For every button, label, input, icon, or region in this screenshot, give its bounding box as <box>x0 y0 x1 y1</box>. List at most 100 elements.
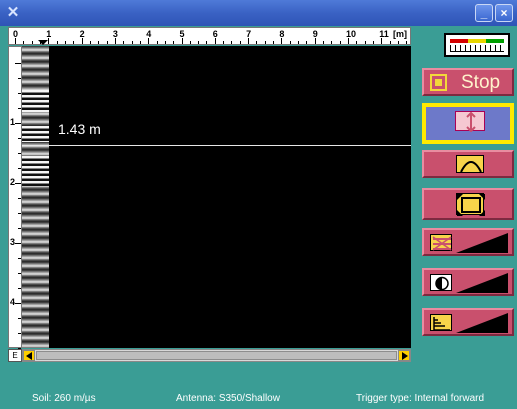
ruler-tick <box>131 41 133 44</box>
ruler-tick <box>406 41 408 44</box>
arrow-left-icon <box>26 352 32 360</box>
depth-cursor-line[interactable] <box>22 145 411 146</box>
ruler-tick <box>372 41 374 44</box>
depth-tick-label: 1 <box>10 117 16 127</box>
ruler-tick <box>106 41 108 44</box>
depth-value-label: 1.43 m <box>58 121 101 137</box>
ruler-tick <box>156 41 158 44</box>
ruler-tick <box>64 41 66 44</box>
ruler-tick <box>206 41 208 44</box>
level-wedge-icon <box>456 313 508 333</box>
vertical-ruler: 1 2 3 4 <box>8 46 22 349</box>
ruler-tick <box>264 41 266 44</box>
radargram-strip <box>22 46 49 348</box>
zoom-button[interactable] <box>422 188 514 220</box>
depth-tick <box>18 93 21 94</box>
gain-button[interactable] <box>422 308 514 336</box>
ruler-tick <box>223 41 225 44</box>
depth-tick <box>18 78 21 79</box>
ruler-tick <box>48 38 50 44</box>
signal-meter <box>444 33 510 57</box>
ruler-tick <box>289 41 291 44</box>
ruler-tick <box>281 38 283 44</box>
ruler-tick <box>273 41 275 44</box>
depth-tick <box>15 63 21 64</box>
horizontal-scrollbar[interactable] <box>22 349 411 362</box>
ruler-tick <box>339 41 341 44</box>
depth-tick <box>18 288 21 289</box>
gain-steps-icon <box>430 314 452 331</box>
depth-tick <box>18 138 21 139</box>
depth-tick-label: 4 <box>10 297 16 307</box>
zoom-extent-icon <box>456 193 485 216</box>
ruler-tick <box>173 41 175 44</box>
scroll-left-button[interactable] <box>23 350 35 361</box>
stop-button[interactable]: Stop <box>422 68 514 96</box>
depth-tick <box>18 318 21 319</box>
ruler-tick <box>148 38 150 44</box>
ruler-tick <box>73 41 75 44</box>
ruler-tick <box>397 41 399 44</box>
trigger-type-status: Trigger type: Internal forward <box>356 393 485 404</box>
ruler-tick <box>15 38 16 44</box>
arrow-right-icon <box>402 352 408 360</box>
contrast-icon <box>430 274 452 291</box>
depth-cursor-icon <box>455 111 485 133</box>
close-button[interactable]: × <box>495 4 513 22</box>
meter-bar-green <box>486 39 504 43</box>
hyperbola-button[interactable] <box>422 150 514 178</box>
ruler-tick <box>356 41 358 44</box>
meter-bar-red <box>450 39 468 43</box>
depth-tick <box>15 183 21 184</box>
stop-square-icon <box>430 74 447 91</box>
ruler-tick <box>139 41 141 44</box>
position-marker-icon <box>38 40 48 45</box>
radar-display[interactable] <box>49 46 411 348</box>
ruler-tick <box>256 41 258 44</box>
ruler-tick <box>306 41 308 44</box>
depth-tick <box>18 198 21 199</box>
meter-baseline <box>450 51 504 52</box>
ruler-tick <box>239 41 241 44</box>
depth-tick <box>15 123 21 124</box>
ruler-tick <box>364 41 366 44</box>
depth-tick <box>18 213 21 214</box>
ruler-tick <box>298 41 300 44</box>
depth-tick <box>15 303 21 304</box>
ruler-tick <box>123 41 125 44</box>
ruler-tick <box>198 41 200 44</box>
soil-velocity-status: Soil: 260 m/µs <box>32 393 96 404</box>
depth-cursor-button[interactable] <box>422 103 514 144</box>
depth-tick <box>18 273 21 274</box>
depth-tick <box>18 333 21 334</box>
level-wedge-icon <box>456 233 508 253</box>
depth-tick-label: 3 <box>10 237 16 247</box>
app-logo-icon: ✕ <box>6 4 20 21</box>
ruler-tick <box>89 41 91 44</box>
ruler-tick <box>81 38 83 44</box>
minimize-button[interactable]: _ <box>475 4 493 22</box>
ruler-tick <box>331 41 333 44</box>
meter-bar-yellow <box>468 39 486 43</box>
radargram-band <box>22 90 49 112</box>
units-toggle[interactable]: E <box>8 349 22 362</box>
contrast-button[interactable] <box>422 268 514 296</box>
stop-label: Stop <box>461 72 501 93</box>
depth-tick-label: 2 <box>10 177 16 187</box>
ruler-tick <box>214 38 216 44</box>
ruler-tick <box>189 41 191 44</box>
ruler-tick <box>164 41 166 44</box>
scroll-right-button[interactable] <box>398 350 410 361</box>
antenna-status: Antenna: S350/Shallow <box>176 393 280 404</box>
horizontal-ruler: [m] 0 1 2 3 4 5 6 7 8 9 10 11 <box>8 27 411 45</box>
filter-button[interactable] <box>422 228 514 256</box>
ruler-tick <box>248 38 250 44</box>
ruler-tick <box>323 41 325 44</box>
radargram-band <box>22 156 49 186</box>
hyperbola-fit-icon <box>456 155 484 173</box>
ruler-tick <box>348 38 349 44</box>
ruler-tick <box>98 41 100 44</box>
ruler-tick <box>114 38 116 44</box>
scroll-thumb[interactable] <box>36 351 397 360</box>
ruler-tick <box>389 41 391 44</box>
